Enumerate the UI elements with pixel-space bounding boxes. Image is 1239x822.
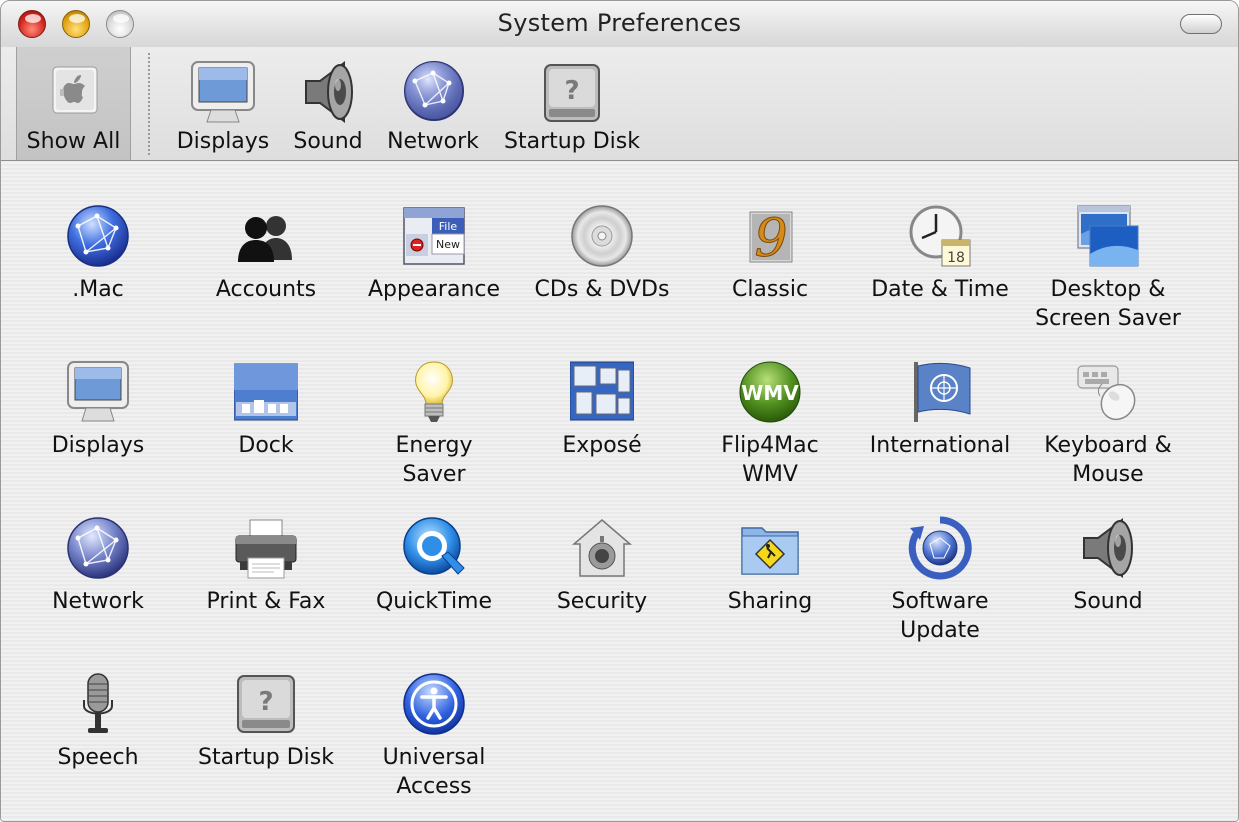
apple-icon bbox=[51, 65, 99, 117]
pane-label: QuickTime bbox=[375, 589, 493, 614]
wmv-badge: WMV bbox=[741, 381, 799, 405]
toolbar-item-label: Sound bbox=[293, 129, 363, 154]
universal-access-icon bbox=[402, 672, 466, 736]
pane-security[interactable]: Security bbox=[517, 474, 687, 624]
hard-disk-icon: ? bbox=[541, 59, 603, 125]
expose-windows-icon bbox=[570, 360, 634, 424]
pane-keyboard-mouse[interactable]: Keyboard & Mouse bbox=[1023, 318, 1193, 487]
pane-sharing[interactable]: Sharing bbox=[685, 474, 855, 624]
pane-print-fax[interactable]: Print & Fax bbox=[181, 474, 351, 624]
desktop-screensaver-icon bbox=[1076, 204, 1140, 268]
pane-label: CDs & DVDs bbox=[534, 277, 670, 302]
pane-date-time[interactable]: 18 Date & Time bbox=[855, 162, 1025, 312]
system-preferences-window: System Preferences Show All Displays Sou… bbox=[0, 0, 1239, 822]
pane-label: .Mac bbox=[72, 277, 124, 302]
toolbar-displays-button[interactable]: Displays bbox=[169, 47, 277, 160]
svg-text:?: ? bbox=[564, 76, 579, 106]
light-bulb-icon bbox=[402, 360, 466, 424]
toolbar-item-label: Displays bbox=[176, 129, 270, 154]
pane-label: Date & Time bbox=[871, 277, 1009, 302]
speaker-icon bbox=[1076, 516, 1140, 580]
pane-label: Speech bbox=[57, 745, 139, 770]
printer-icon bbox=[234, 516, 298, 580]
toolbar-toggle-button[interactable] bbox=[1180, 14, 1222, 34]
svg-text:File: File bbox=[439, 220, 458, 233]
window-title: System Preferences bbox=[497, 9, 742, 37]
pane-dock[interactable]: Dock bbox=[181, 318, 351, 468]
pane-classic[interactable]: 9 Classic bbox=[685, 162, 855, 312]
svg-text:?: ? bbox=[258, 687, 273, 717]
pane-label: Universal Access bbox=[382, 745, 486, 799]
pane-label: Accounts bbox=[215, 277, 317, 302]
pane-displays[interactable]: Displays bbox=[13, 318, 183, 468]
sharing-folder-icon bbox=[738, 516, 802, 580]
calendar-day-badge: 18 bbox=[947, 250, 965, 266]
pane-label: Displays bbox=[51, 433, 145, 458]
show-all-label: Show All bbox=[26, 129, 121, 154]
toolbar-item-label: Startup Disk bbox=[504, 129, 640, 154]
appearance-menu-icon: File New bbox=[402, 204, 466, 268]
svg-text:New: New bbox=[436, 238, 460, 251]
security-house-icon bbox=[570, 516, 634, 580]
show-all-button[interactable]: Show All bbox=[16, 47, 131, 160]
pane-universal-access[interactable]: Universal Access bbox=[349, 630, 519, 799]
pane-quicktime[interactable]: QuickTime bbox=[349, 474, 519, 624]
pane-desktop-screen-saver[interactable]: Desktop & Screen Saver bbox=[1023, 162, 1193, 331]
preference-panes-grid: .Mac Accounts File New Appearance CDs & … bbox=[1, 162, 1238, 821]
wmv-icon: WMV bbox=[738, 360, 802, 424]
toolbar-network-button[interactable]: Network bbox=[381, 47, 485, 160]
display-icon bbox=[189, 59, 257, 125]
keyboard-mouse-icon bbox=[1076, 360, 1140, 424]
toolbar-startup-disk-button[interactable]: ? Startup Disk bbox=[497, 47, 647, 160]
pane-flip4mac-wmv[interactable]: WMV Flip4Mac WMV bbox=[685, 318, 855, 487]
toolbar: Show All Displays Sound Network ? Startu… bbox=[1, 47, 1238, 161]
pane-speech[interactable]: Speech bbox=[13, 630, 183, 780]
pane-label: Dock bbox=[238, 433, 294, 458]
pane-label: International bbox=[869, 433, 1011, 458]
title-bar[interactable]: System Preferences bbox=[1, 1, 1238, 47]
network-globe-icon bbox=[66, 516, 130, 580]
software-update-icon bbox=[908, 516, 972, 580]
dotmac-globe-icon bbox=[66, 204, 130, 268]
quicktime-icon bbox=[402, 516, 466, 580]
pane-network[interactable]: Network bbox=[13, 474, 183, 624]
pane-label: Print & Fax bbox=[206, 589, 326, 614]
speaker-icon bbox=[300, 59, 358, 125]
svg-text:9: 9 bbox=[754, 209, 787, 268]
pane-label: Exposé bbox=[562, 433, 642, 458]
toolbar-sound-button[interactable]: Sound bbox=[286, 47, 370, 160]
pane-software-update[interactable]: Software Update bbox=[855, 474, 1025, 643]
pane-label: Appearance bbox=[367, 277, 501, 302]
un-flag-icon bbox=[908, 360, 972, 424]
pane-appearance[interactable]: File New Appearance bbox=[349, 162, 519, 312]
classic-nine-icon: 9 bbox=[738, 204, 802, 268]
toolbar-item-label: Network bbox=[387, 129, 479, 154]
network-globe-icon bbox=[403, 59, 465, 123]
pane-label: Sharing bbox=[727, 589, 813, 614]
pane-dotmac[interactable]: .Mac bbox=[13, 162, 183, 312]
pane-expose[interactable]: Exposé bbox=[517, 318, 687, 468]
disc-icon bbox=[570, 204, 634, 268]
pane-startup-disk[interactable]: ? Startup Disk bbox=[181, 630, 351, 780]
pane-label: Sound bbox=[1073, 589, 1143, 614]
display-icon bbox=[66, 360, 130, 424]
clock-calendar-icon: 18 bbox=[908, 204, 972, 268]
pane-energy-saver[interactable]: Energy Saver bbox=[349, 318, 519, 487]
pane-accounts[interactable]: Accounts bbox=[181, 162, 351, 312]
pane-label: Security bbox=[556, 589, 648, 614]
dock-icon bbox=[234, 360, 298, 424]
pane-label: Startup Disk bbox=[198, 745, 334, 770]
pane-label: Classic bbox=[731, 277, 809, 302]
pane-label: Software Update bbox=[891, 589, 989, 643]
microphone-icon bbox=[66, 672, 130, 736]
toolbar-separator bbox=[148, 53, 150, 155]
pane-label: Network bbox=[52, 589, 144, 614]
pane-cds-dvds[interactable]: CDs & DVDs bbox=[517, 162, 687, 312]
accounts-people-icon bbox=[234, 204, 298, 268]
pane-sound[interactable]: Sound bbox=[1023, 474, 1193, 624]
hard-disk-icon: ? bbox=[234, 672, 298, 736]
pane-international[interactable]: International bbox=[855, 318, 1025, 468]
